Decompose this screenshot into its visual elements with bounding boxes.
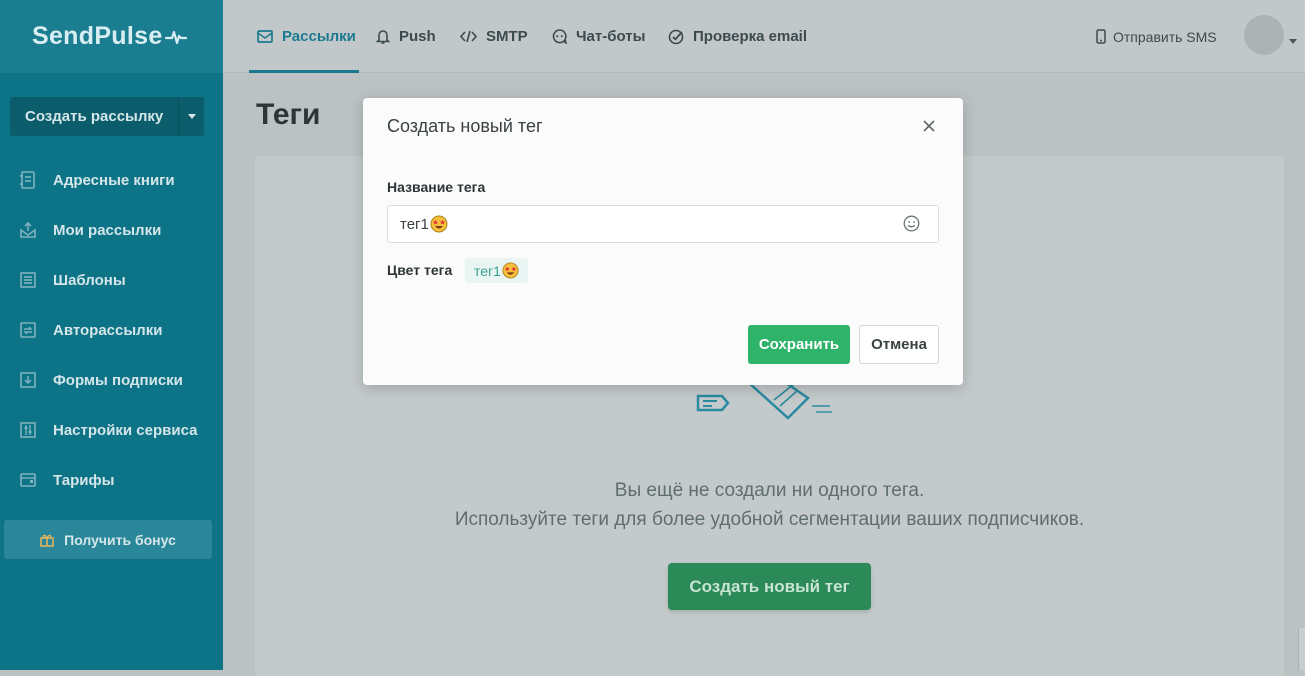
sidebar-item-label: Тарифы (53, 471, 115, 489)
sidebar-item-label: Мои рассылки (53, 221, 162, 239)
code-icon (460, 30, 477, 43)
sidebar-item-service-settings[interactable]: Настройки сервиса (0, 405, 223, 455)
gift-icon (40, 533, 54, 547)
tab-smtp[interactable]: SMTP (460, 0, 528, 73)
tab-label: Push (399, 28, 436, 45)
check-circle-icon (668, 29, 684, 45)
empty-state-line-1: Вы ещё не создали ни одного тега. (614, 480, 925, 501)
sendpulse-logo[interactable]: SendPulse (32, 22, 187, 51)
tag-name-value: тег1 (400, 215, 429, 233)
empty-state-line-2: Используйте теги для более удобной сегме… (454, 509, 1085, 530)
scrollbar[interactable] (1298, 628, 1305, 670)
create-campaign-label: Создать рассылку (25, 108, 164, 125)
automation-icon (18, 320, 38, 340)
sidebar-item-label: Настройки сервиса (53, 421, 198, 439)
templates-icon (18, 270, 38, 290)
bell-icon (376, 29, 390, 44)
sidebar-nav: Адресные книги Мои рассылки Шаблоны Авто… (0, 155, 223, 505)
save-button[interactable]: Сохранить (748, 325, 850, 364)
tab-email-verification[interactable]: Проверка email (668, 0, 807, 73)
forms-icon (18, 370, 38, 390)
tag-preview-text: тег1 (474, 262, 501, 279)
sidebar-item-label: Авторассылки (53, 321, 163, 339)
sidebar-item-forms[interactable]: Формы подписки (0, 355, 223, 405)
sidebar-item-templates[interactable]: Шаблоны (0, 255, 223, 305)
settings-sliders-icon (18, 420, 38, 440)
top-nav: Рассылки Push SMTP Чат-боты Проверка ema… (223, 0, 1305, 73)
page-title: Теги (256, 98, 321, 131)
chat-bot-icon (552, 29, 567, 44)
close-icon[interactable] (920, 117, 938, 135)
send-sms-link[interactable]: Отправить SMS (1096, 0, 1217, 73)
brand-name: SendPulse (32, 22, 163, 50)
sidebar-item-automation[interactable]: Авторассылки (0, 305, 223, 355)
tab-label: Проверка email (693, 28, 808, 45)
modal-title: Создать новый тег (387, 116, 543, 136)
get-bonus-button[interactable]: Получить бонус (4, 520, 212, 559)
tag-color-preview[interactable]: тег1 (465, 258, 528, 283)
caret-down-icon (187, 114, 196, 119)
tab-label: Чат-боты (576, 28, 646, 45)
emoji-picker-icon[interactable] (903, 215, 920, 232)
tag-name-label: Название тега (387, 179, 486, 195)
active-tab-indicator (249, 70, 359, 73)
envelope-icon (257, 30, 273, 43)
avatar[interactable] (1244, 15, 1284, 55)
pulse-icon (164, 30, 187, 44)
create-campaign-button[interactable]: Создать рассылку (10, 97, 204, 136)
tag-name-input[interactable]: тег1 (387, 205, 939, 243)
send-sms-label: Отправить SMS (1113, 28, 1217, 45)
tab-chatbots[interactable]: Чат-боты (552, 0, 645, 73)
sidebar-item-label: Адресные книги (53, 171, 175, 189)
tab-push[interactable]: Push (376, 0, 436, 73)
chevron-down-icon[interactable] (1289, 31, 1297, 49)
address-book-icon (18, 170, 38, 190)
sidebar-item-my-mailings[interactable]: Мои рассылки (0, 205, 223, 255)
star-struck-emoji-icon (430, 215, 448, 233)
tab-label: Рассылки (282, 28, 356, 45)
create-tag-button[interactable]: Создать новый тег (668, 563, 871, 610)
tab-label: SMTP (486, 28, 528, 45)
tab-mailings[interactable]: Рассылки (257, 0, 356, 73)
create-campaign-dropdown[interactable] (178, 97, 204, 136)
sidebar-item-label: Формы подписки (53, 371, 183, 389)
cancel-button[interactable]: Отмена (859, 325, 939, 364)
star-struck-emoji-icon (502, 262, 519, 279)
sidebar-item-pricing[interactable]: Тарифы (0, 455, 223, 505)
logo-area: SendPulse (0, 0, 223, 73)
sidebar: SendPulse Создать рассылку Адресные книг… (0, 0, 223, 670)
phone-icon (1096, 29, 1106, 44)
create-tag-modal: Создать новый тег Название тега тег1 Цве… (363, 98, 963, 385)
tag-color-label: Цвет тега (387, 262, 453, 278)
sidebar-item-address-books[interactable]: Адресные книги (0, 155, 223, 205)
wallet-icon (18, 470, 38, 490)
mailings-icon (18, 220, 38, 240)
get-bonus-label: Получить бонус (64, 531, 176, 548)
sidebar-item-label: Шаблоны (53, 271, 126, 289)
